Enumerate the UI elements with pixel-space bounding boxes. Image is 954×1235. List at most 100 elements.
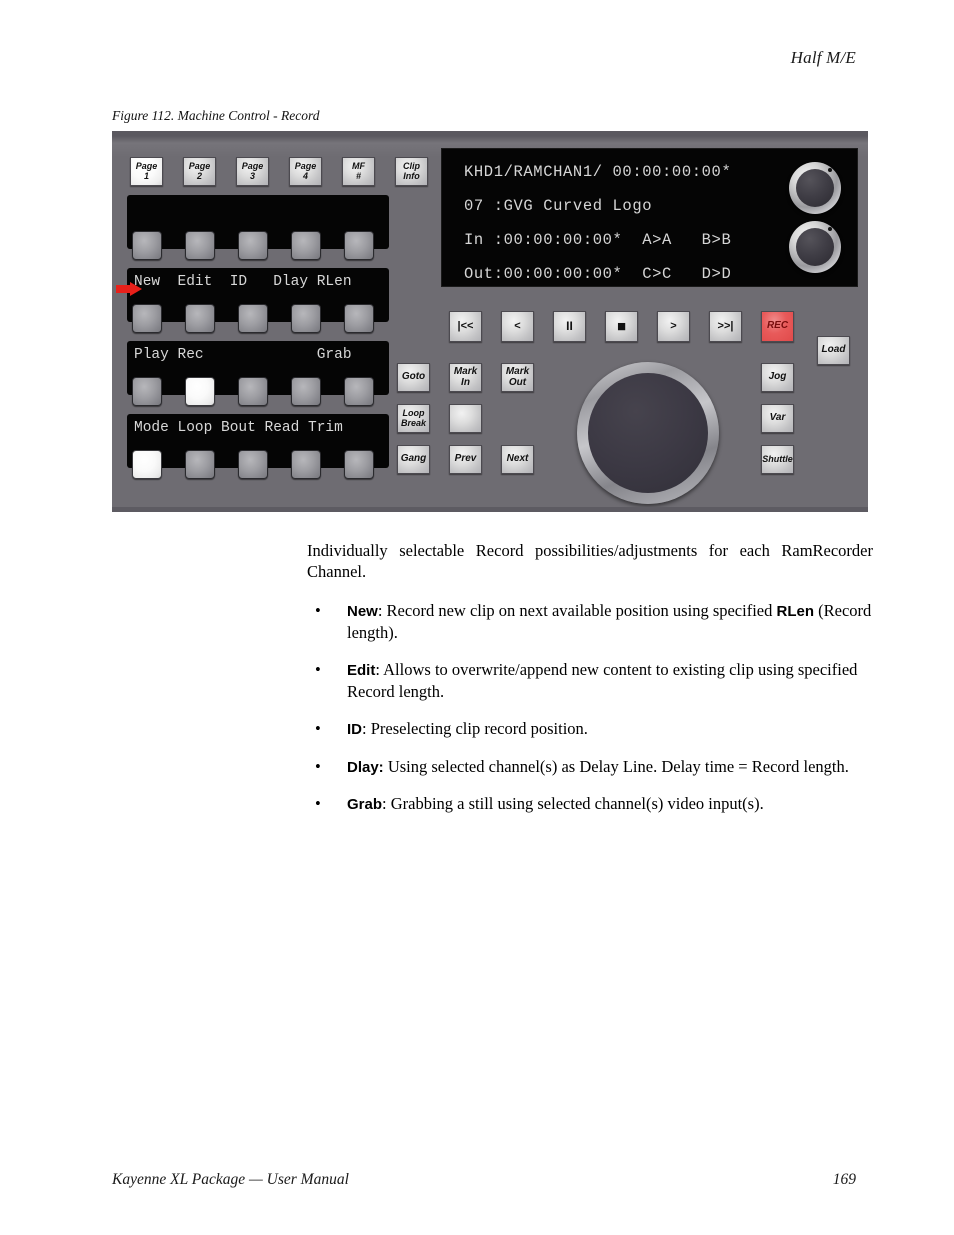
bullet-icon: • bbox=[315, 601, 321, 621]
rewind-to-start-button[interactable]: |<< bbox=[449, 311, 482, 342]
bullet-text-a: : Grabbing a still using selected channe… bbox=[382, 794, 764, 814]
mark-in-label-line1: Mark bbox=[453, 366, 478, 378]
rewind-label: < bbox=[514, 319, 521, 332]
bullet-term: Dlay: bbox=[347, 758, 384, 776]
footer-page-number: 169 bbox=[832, 1171, 856, 1188]
machine-control-display: KHD1/RAMCHAN1/ 00:00:00:00* 07 :GVG Curv… bbox=[441, 148, 858, 287]
list-item: • Grab: Grabbing a still using selected … bbox=[307, 793, 873, 815]
loop-break-button[interactable]: Loop Break bbox=[397, 404, 430, 433]
bullet-text-a: : Preselecting clip record position. bbox=[362, 719, 588, 739]
clip-info-button[interactable]: Clip Info bbox=[395, 157, 428, 186]
prev-button[interactable]: Prev bbox=[449, 445, 482, 474]
clip-info-label-line2: Info bbox=[403, 170, 420, 181]
soft-key-r1-c4[interactable] bbox=[291, 231, 321, 260]
fast-forward-button[interactable]: >>| bbox=[709, 311, 742, 342]
bullet-text-a: Using selected channel(s) as Delay Line.… bbox=[383, 756, 849, 776]
var-button[interactable]: Var bbox=[761, 404, 794, 433]
list-item: • Dlay: Using selected channel(s) as Del… bbox=[307, 756, 873, 778]
unlabeled-function-button[interactable] bbox=[449, 404, 482, 433]
footer-title: Kayenne XL Package — User Manual bbox=[112, 1171, 349, 1188]
bullet-text-a: : Record new clip on next available posi… bbox=[377, 601, 777, 621]
mark-in-button[interactable]: Mark In bbox=[449, 363, 482, 392]
soft-key-r2-c4-dlay[interactable] bbox=[291, 304, 321, 333]
page-footer: Kayenne XL Package — User Manual 169 bbox=[112, 1171, 856, 1189]
bullet-icon: • bbox=[315, 719, 321, 739]
display-line-4: Out:00:00:00:00* C>C D>D bbox=[464, 265, 732, 283]
shuttle-label: Shuttle bbox=[762, 453, 793, 464]
record-button[interactable]: REC bbox=[761, 311, 794, 342]
mark-in-label-line2: In bbox=[461, 376, 470, 388]
goto-button[interactable]: Goto bbox=[397, 363, 430, 392]
soft-key-r4-c4-read[interactable] bbox=[291, 450, 321, 479]
shuttle-button[interactable]: Shuttle bbox=[761, 445, 794, 474]
page-3-label-line2: 3 bbox=[249, 170, 255, 181]
running-head: Half M/E bbox=[790, 48, 856, 67]
soft-key-r1-c5[interactable] bbox=[344, 231, 374, 260]
display-knob-upper[interactable] bbox=[789, 162, 841, 214]
page-4-button[interactable]: Page 4 bbox=[289, 157, 322, 186]
soft-key-r4-c5-trim[interactable] bbox=[344, 450, 374, 479]
soft-key-r2-c3-id[interactable] bbox=[238, 304, 268, 333]
soft-key-r1-c2[interactable] bbox=[185, 231, 215, 260]
page-2-button[interactable]: Page 2 bbox=[183, 157, 216, 186]
load-button[interactable]: Load bbox=[817, 336, 850, 365]
mark-out-label-line1: Mark bbox=[505, 366, 530, 378]
list-item: • Edit: Allows to overwrite/append new c… bbox=[307, 659, 873, 702]
stop-button[interactable]: ■ bbox=[605, 311, 638, 342]
soft-key-r4-c3-bout[interactable] bbox=[238, 450, 268, 479]
play-label: > bbox=[670, 319, 677, 332]
soft-key-r3-c4[interactable] bbox=[291, 377, 321, 406]
soft-key-r4-c1-mode[interactable] bbox=[132, 450, 162, 479]
soft-key-r2-c1-new[interactable] bbox=[132, 304, 162, 333]
soft-key-r3-c5-grab[interactable] bbox=[344, 377, 374, 406]
intro-paragraph: Individually selectable Record possibili… bbox=[307, 541, 873, 582]
play-button[interactable]: > bbox=[657, 311, 690, 342]
next-button[interactable]: Next bbox=[501, 445, 534, 474]
page-1-label-line2: 1 bbox=[143, 170, 149, 181]
soft-key-r1-c1[interactable] bbox=[132, 231, 162, 260]
rewind-to-start-label: |<< bbox=[457, 319, 474, 332]
soft-key-r3-c3[interactable] bbox=[238, 377, 268, 406]
var-label: Var bbox=[769, 412, 786, 424]
bullet-term: New bbox=[347, 603, 378, 621]
loop-break-label-line2: Break bbox=[400, 417, 427, 428]
soft-key-r3-c1-play[interactable] bbox=[132, 377, 162, 406]
jog-button[interactable]: Jog bbox=[761, 363, 794, 392]
prev-label: Prev bbox=[454, 453, 477, 465]
mark-out-button[interactable]: Mark Out bbox=[501, 363, 534, 392]
soft-key-r2-c2-edit[interactable] bbox=[185, 304, 215, 333]
pause-button[interactable]: II bbox=[553, 311, 586, 342]
mf-label-line2: # bbox=[355, 170, 361, 181]
gang-button[interactable]: Gang bbox=[397, 445, 430, 474]
rewind-button[interactable]: < bbox=[501, 311, 534, 342]
record-options-list: • New: Record new clip on next available… bbox=[307, 600, 873, 814]
bullet-icon: • bbox=[315, 794, 321, 814]
next-label: Next bbox=[506, 453, 529, 465]
pointer-arrow-icon bbox=[116, 282, 142, 296]
bullet-term-b: RLen bbox=[776, 603, 815, 621]
record-label: REC bbox=[766, 320, 789, 332]
display-line-1: KHD1/RAMCHAN1/ 00:00:00:00* bbox=[464, 163, 732, 181]
soft-key-r1-c3[interactable] bbox=[238, 231, 268, 260]
bullet-icon: • bbox=[315, 756, 321, 776]
jog-label: Jog bbox=[768, 371, 787, 383]
list-item: • New: Record new clip on next available… bbox=[307, 600, 873, 643]
page-3-button[interactable]: Page 3 bbox=[236, 157, 269, 186]
bullet-term: ID bbox=[347, 721, 362, 739]
bullet-term: Grab bbox=[347, 796, 383, 814]
gang-label: Gang bbox=[400, 453, 427, 465]
label-strip-row-4-text: Mode Loop Bout Read Trim bbox=[134, 420, 343, 436]
mf-number-button[interactable]: MF # bbox=[342, 157, 375, 186]
soft-key-r4-c2-loop[interactable] bbox=[185, 450, 215, 479]
jog-wheel[interactable] bbox=[577, 362, 719, 504]
display-knob-lower[interactable] bbox=[789, 221, 841, 273]
bullet-term: Edit bbox=[347, 662, 376, 680]
soft-key-r3-c2-rec[interactable] bbox=[185, 377, 215, 406]
soft-key-r2-c5-rlen[interactable] bbox=[344, 304, 374, 333]
page-4-label-line2: 4 bbox=[302, 170, 308, 181]
pause-label: II bbox=[566, 319, 573, 334]
list-item: • ID: Preselecting clip record position. bbox=[307, 718, 873, 740]
page-1-button[interactable]: Page 1 bbox=[130, 157, 163, 186]
label-strip-row-3-text: Play Rec Grab bbox=[134, 347, 352, 363]
page-2-label-line2: 2 bbox=[196, 170, 202, 181]
